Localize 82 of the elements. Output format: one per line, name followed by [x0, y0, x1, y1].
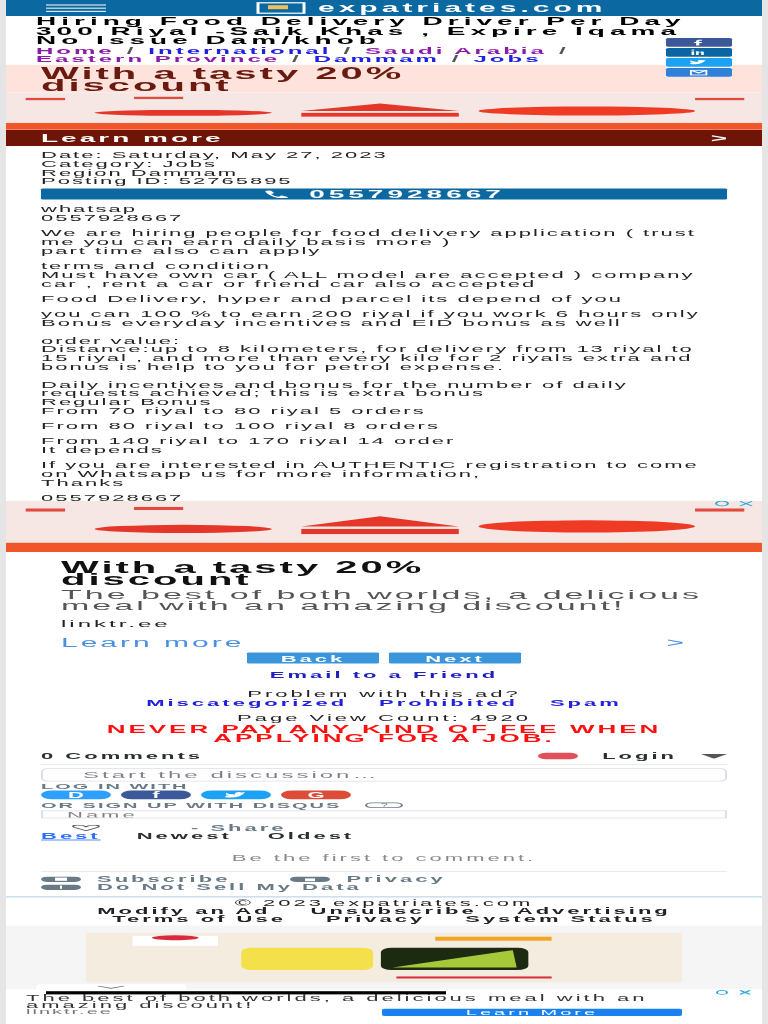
- detail-line: Region Dammam: [41, 168, 239, 178]
- paragraph: order value: Distance:up to 8 kilometers, for delivery from 13 riyal to 15 riyal , and more than every kilo for 2 riyals extra and bonus is help to you for petrol expense.: [41, 336, 695, 372]
- breadcrumb-link[interactable]: Eastern Province: [36, 54, 281, 63]
- email-share-button[interactable]: [666, 68, 732, 77]
- paragraph: Food Delivery, hyper and parcel its depend of you: [41, 294, 624, 304]
- footer-link[interactable]: Unsubscribe: [310, 907, 477, 915]
- breadcrumb-link[interactable]: Home: [36, 46, 115, 55]
- footer-link[interactable]: Subscribe: [41, 875, 231, 883]
- learn-more-text: Learn more: [41, 130, 224, 146]
- share-button[interactable]: - Share: [191, 824, 287, 832]
- section-label: LOG IN WITH: [41, 782, 190, 790]
- footer-link[interactable]: Terms of Use: [112, 915, 286, 923]
- copyright-text: © 2023 expatriates.com: [234, 899, 534, 907]
- ad-domain: linktr.ee: [26, 1007, 113, 1015]
- paragraph: From 140 riyal to 170 riyal 14 order It depends: [41, 437, 457, 455]
- footer-link[interactable]: Do Not Sell My Data: [41, 883, 362, 891]
- chevron-icon: >: [666, 637, 687, 650]
- site-name[interactable]: expatriates.com: [318, 0, 607, 16]
- empty-message: Be the first to comment.: [41, 851, 727, 872]
- notification-badge: [538, 752, 579, 759]
- footer-link[interactable]: Privacy: [290, 875, 446, 883]
- breadcrumb-link[interactable]: Dammam: [313, 54, 440, 63]
- learn-more-button[interactable]: Learn More: [382, 1008, 682, 1016]
- paragraph: From 80 riyal to 100 riyal 8 orders: [41, 422, 441, 431]
- logo-icon: [256, 2, 306, 14]
- share-button[interactable]: [666, 48, 732, 57]
- warning-text: NEVER PAY ANY KIND OF FEE WHEN APPLYING FOR A JOB.: [105, 724, 663, 744]
- sort-tab[interactable]: Best: [41, 831, 101, 841]
- breadcrumb-separator: /: [451, 54, 462, 63]
- detail-line: Date: Saturday, May 27, 2023: [41, 150, 389, 160]
- paragraph: We are hiring people for food delivery application ( trust me you can earn daily basis more ) part time also can apply: [41, 229, 697, 256]
- caret-icon: [701, 753, 727, 759]
- sort-tab[interactable]: Newest: [136, 831, 232, 841]
- section-label: OR SIGN UP WITH DISQUS: [41, 801, 342, 809]
- alert-icon: [41, 884, 81, 890]
- comment-count: 0 Comments: [41, 749, 204, 763]
- footer-link[interactable]: Advertising: [516, 907, 671, 915]
- social-login-button[interactable]: G: [281, 790, 351, 800]
- footer-link[interactable]: Modify an Ad: [97, 907, 271, 915]
- ad-domain: linktr.ee: [61, 617, 172, 631]
- email-link[interactable]: Email to a Friend: [269, 670, 499, 680]
- login-button[interactable]: Login: [602, 749, 677, 763]
- paragraph: 0557928667: [41, 494, 185, 503]
- envelope-icon: [41, 876, 81, 882]
- detail-line: Posting ID: 52765895: [41, 177, 294, 186]
- breadcrumb-separator: /: [292, 54, 302, 63]
- name-field[interactable]: Name: [41, 810, 727, 819]
- report-link[interactable]: Miscategorized: [146, 698, 348, 709]
- report-link[interactable]: Prohibited: [379, 698, 518, 709]
- share-button[interactable]: [666, 58, 732, 67]
- ad-description: The best of both worlds, a delicious meal with an amazing discount!: [26, 994, 649, 1008]
- breadcrumb-link[interactable]: Saudi Arabia: [365, 46, 547, 55]
- phone-button[interactable]: 0557928667: [41, 188, 727, 200]
- breadcrumb-link[interactable]: International: [148, 46, 332, 55]
- learn-more-link[interactable]: Learn more >: [6, 130, 762, 146]
- chevron-icon: >: [710, 129, 727, 147]
- paragraph: whatsap 0557928667: [41, 205, 185, 223]
- ad-headline: With a tasty 20% discount: [41, 67, 406, 92]
- share-button[interactable]: [666, 38, 732, 47]
- social-login-button[interactable]: f: [121, 790, 191, 800]
- breadcrumb-separator: /: [343, 46, 354, 55]
- social-login-button[interactable]: [201, 790, 271, 800]
- footer-link[interactable]: System Status: [465, 915, 656, 923]
- comment-field[interactable]: Start the discussion…: [41, 768, 727, 782]
- page-view-count: Page View Count: 4920: [237, 713, 531, 723]
- page-title: Hiring Food Delivery Driver Per Day 300 Riyal -Saik Khas , Expire Iqama No Issue Dam/khob: [36, 16, 686, 46]
- paragraph: terms and condition Must have own car ( ALL model are accepted ) company car , rent a car or friend car also accepted: [41, 262, 696, 289]
- breadcrumb-separator: /: [126, 46, 137, 55]
- bird-icon: [224, 791, 248, 799]
- paragraph: If you are interested in AUTHENTIC registration to come on Whatsapp us for more information, Thanks: [41, 461, 700, 488]
- ad-headline: With a tasty 20% discount: [61, 561, 426, 586]
- paragraph: Daily incentives and bonus for the number of daily requests achieved; this is extra bonus Regular Bonus From 70 riyal to 80 riyal 5 orders: [41, 380, 629, 416]
- detail-line: Category: Jobs: [41, 159, 217, 169]
- sort-tab[interactable]: Oldest: [267, 831, 355, 841]
- lock-icon: [290, 876, 331, 882]
- breadcrumb-separator: /: [558, 46, 569, 55]
- menu-icon: [46, 3, 106, 13]
- paragraph: you can 100 % to earn 200 riyal if you work 6 hours only Bonus everyday incentives and EID bonus as well: [41, 310, 701, 328]
- footer-link[interactable]: Privacy: [325, 915, 426, 923]
- report-link[interactable]: Spam: [549, 698, 622, 709]
- breadcrumb-link[interactable]: Jobs: [473, 54, 542, 63]
- problem-text: Problem with this ad?: [247, 689, 521, 699]
